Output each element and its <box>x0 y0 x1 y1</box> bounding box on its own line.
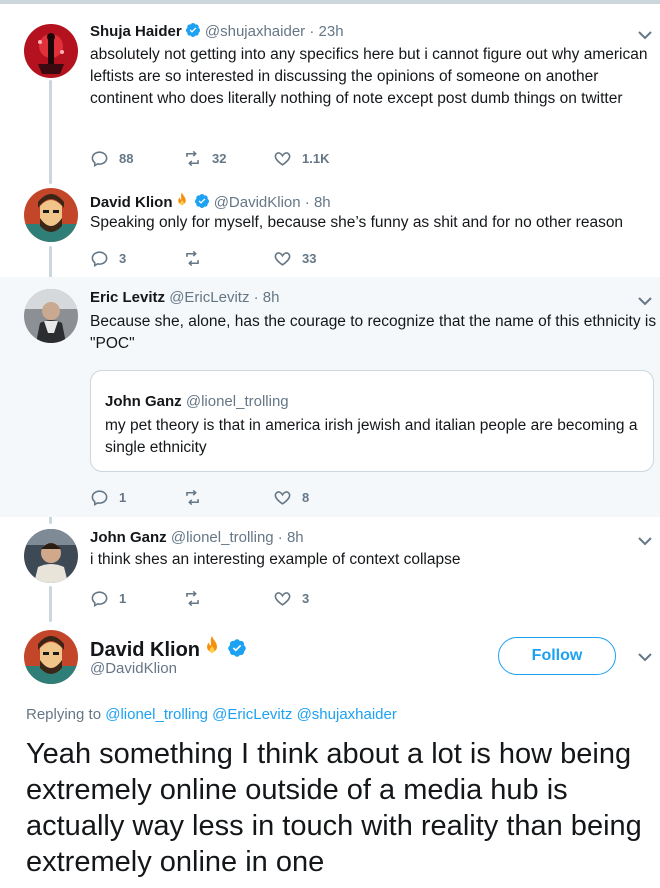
like-button[interactable]: 3 <box>273 587 309 609</box>
timestamp[interactable]: 8h <box>314 194 331 211</box>
reply-count: 1 <box>119 590 127 606</box>
timestamp[interactable]: 8h <box>287 529 304 546</box>
tweet[interactable]: Shuja Haider @shujaxhaider · 23h absolut… <box>0 0 660 182</box>
display-name[interactable]: Eric Levitz <box>90 289 165 306</box>
reply-count: 1 <box>119 489 127 505</box>
tweet-header: Shuja Haider @shujaxhaider · 23h <box>90 22 344 42</box>
display-name[interactable]: Shuja Haider <box>90 23 182 40</box>
tweet[interactable]: John Ganz @lionel_trolling · 8h i think … <box>0 517 660 623</box>
like-count: 33 <box>302 250 317 266</box>
like-count: 3 <box>302 590 310 606</box>
like-button[interactable]: 1.1K <box>273 147 329 169</box>
verified-icon <box>194 193 210 213</box>
reply-icon <box>91 150 108 167</box>
timestamp[interactable]: 23h <box>319 23 344 40</box>
like-button[interactable]: 33 <box>273 247 316 269</box>
quoted-display-name: John Ganz <box>105 393 182 410</box>
handle[interactable]: @lionel_trolling <box>171 529 274 546</box>
fire-icon <box>173 191 191 213</box>
retweet-button[interactable] <box>183 587 212 609</box>
display-name[interactable]: John Ganz <box>90 529 167 546</box>
tweet-actions: 1 8 <box>90 486 390 508</box>
reply-icon <box>91 489 108 506</box>
tweet-text: i think shes an interesting example of c… <box>90 551 461 568</box>
retweet-button[interactable]: 32 <box>183 147 226 169</box>
handle[interactable]: @shujaxhaider <box>205 23 305 40</box>
tweet-header: John Ganz @lionel_trolling · 8h <box>90 529 304 546</box>
retweet-count: 32 <box>212 150 227 166</box>
tweet-header: David Klion @DavidKlion · 8h <box>90 191 331 213</box>
avatar-image <box>24 529 78 583</box>
reply-count: 88 <box>119 150 134 166</box>
tweet-text: Speaking only for myself, because she’s … <box>90 214 624 231</box>
separator-dot: · <box>277 529 283 546</box>
heart-icon <box>274 490 291 505</box>
reply-button[interactable]: 3 <box>90 247 126 269</box>
quoted-tweet[interactable]: John Ganz @lionel_trolling my pet theory… <box>90 370 654 472</box>
main-tweet-text: Yeah something I think about a lot is ho… <box>26 738 642 878</box>
tweet-actions: 88 32 1.1K <box>90 147 390 169</box>
chevron-down-icon[interactable] <box>638 296 652 306</box>
like-count: 8 <box>302 489 310 505</box>
chevron-down-icon[interactable] <box>638 30 652 40</box>
main-avatar[interactable] <box>24 630 78 684</box>
replying-prefix: Replying to <box>26 706 102 723</box>
retweet-button[interactable] <box>183 486 212 508</box>
retweet-button[interactable] <box>183 247 212 269</box>
heart-icon <box>274 151 291 166</box>
main-handle[interactable]: @DavidKlion <box>90 660 177 677</box>
verified-icon <box>185 22 201 42</box>
reply-button[interactable]: 1 <box>90 587 126 609</box>
chevron-down-icon[interactable] <box>638 536 652 546</box>
separator-dot: · <box>304 194 310 211</box>
follow-button[interactable]: Follow <box>498 637 616 675</box>
retweet-icon <box>186 150 199 166</box>
like-button[interactable]: 8 <box>273 486 309 508</box>
retweet-icon <box>186 590 199 606</box>
replying-to-links[interactable]: @lionel_trolling @EricLevitz @shujaxhaid… <box>105 706 397 723</box>
reply-icon <box>91 250 108 267</box>
quoted-tweet-text: my pet theory is that in america irish j… <box>105 417 638 456</box>
separator-dot: · <box>309 23 315 40</box>
reply-count: 3 <box>119 250 127 266</box>
avatar[interactable] <box>24 188 78 242</box>
handle[interactable]: @EricLevitz <box>169 289 249 306</box>
timestamp[interactable]: 8h <box>263 289 280 306</box>
verified-icon <box>227 638 247 664</box>
avatar[interactable] <box>24 24 78 78</box>
reply-button[interactable]: 88 <box>90 147 133 169</box>
separator-dot: · <box>253 289 259 306</box>
tweet-header: Eric Levitz @EricLevitz · 8h <box>90 289 279 306</box>
tweet-text: absolutely not getting into any specific… <box>90 46 648 107</box>
tweet-actions: 3 33 <box>90 247 390 269</box>
avatar[interactable] <box>24 529 78 583</box>
replying-to: Replying to @lionel_trolling @EricLevitz… <box>26 706 397 723</box>
chevron-down-icon[interactable] <box>638 652 652 662</box>
heart-icon <box>274 251 291 266</box>
quoted-tweet-header: John Ganz @lionel_trolling <box>105 393 289 410</box>
retweet-icon <box>186 489 199 505</box>
handle[interactable]: @DavidKlion <box>214 194 301 211</box>
tweet-actions: 1 3 <box>90 587 390 609</box>
avatar-image <box>24 289 78 343</box>
quoted-handle: @lionel_trolling <box>185 393 289 410</box>
tweet-text: Because she, alone, has the courage to r… <box>90 313 657 352</box>
main-display-name-text: David Klion <box>90 639 201 661</box>
fire-icon <box>200 634 224 664</box>
tweet[interactable]: David Klion @DavidKlion · 8h Speaking on… <box>0 182 660 277</box>
reply-button[interactable]: 1 <box>90 486 126 508</box>
like-count: 1.1K <box>302 150 330 166</box>
avatar-image <box>24 188 78 242</box>
retweet-icon <box>186 250 199 266</box>
avatar-image <box>24 24 78 78</box>
display-name[interactable]: David Klion <box>90 194 173 211</box>
heart-icon <box>274 591 291 606</box>
reply-icon <box>91 590 108 607</box>
avatar[interactable] <box>24 289 78 343</box>
avatar-image <box>24 630 78 684</box>
